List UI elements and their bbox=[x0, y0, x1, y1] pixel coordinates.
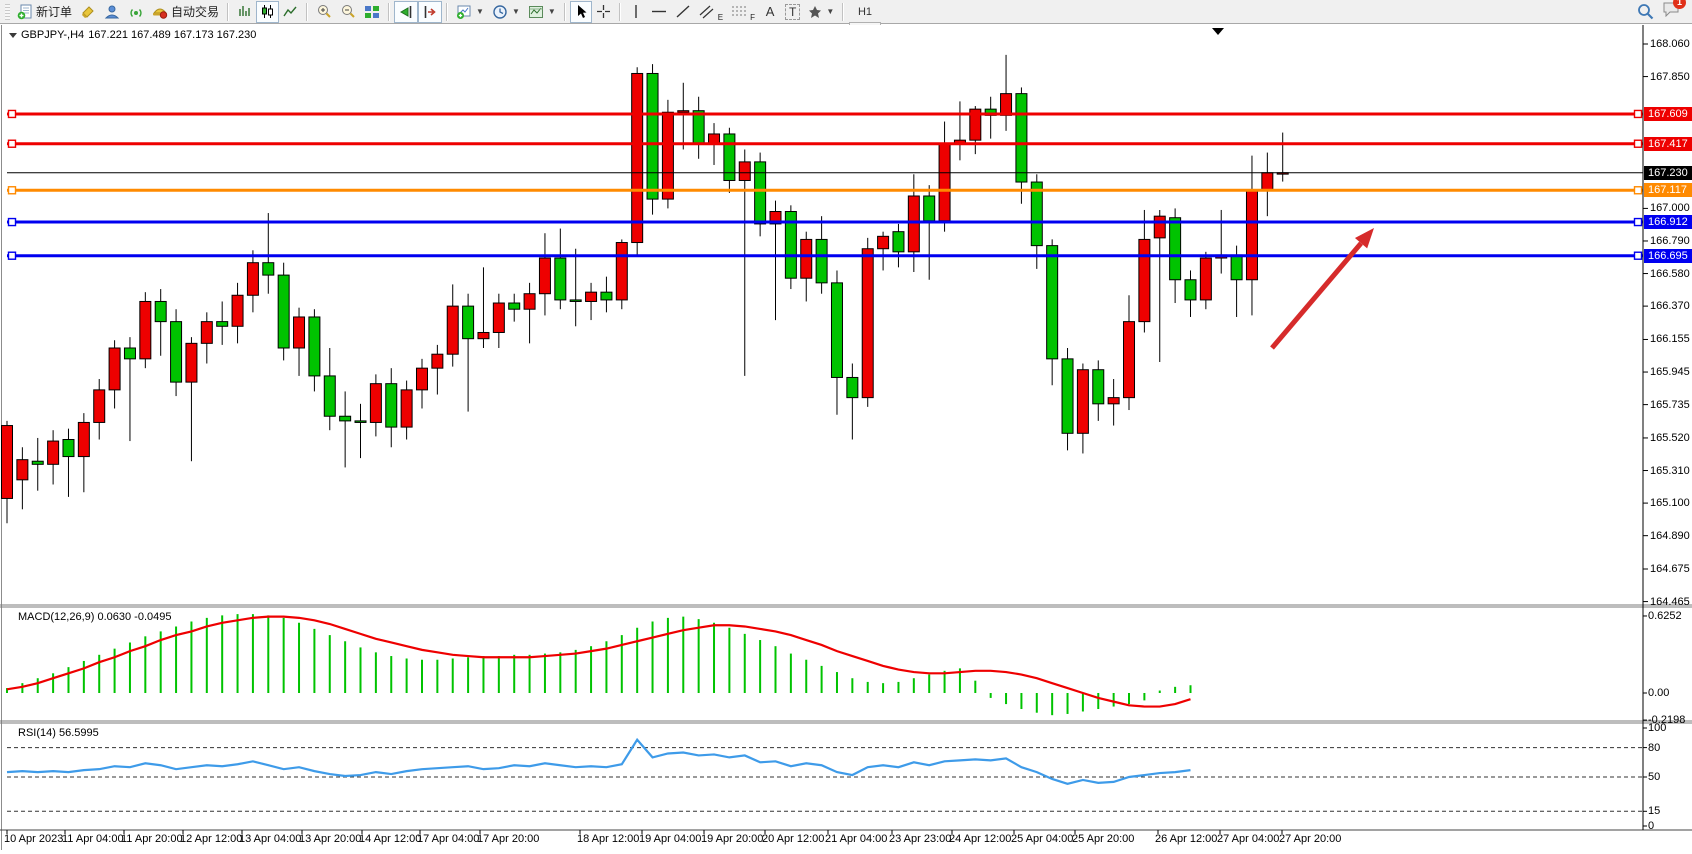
bar-chart-icon bbox=[237, 4, 252, 19]
bar-chart-button[interactable] bbox=[233, 1, 256, 23]
line-chart-button[interactable] bbox=[279, 1, 302, 23]
crosshair-icon bbox=[596, 4, 611, 19]
text-label-tool[interactable]: T bbox=[781, 1, 804, 23]
cursor-button[interactable] bbox=[570, 1, 592, 23]
toolbar: 新订单 自动交易 bbox=[0, 0, 1692, 24]
community-button[interactable] bbox=[100, 1, 124, 23]
tile-windows-button[interactable] bbox=[360, 1, 384, 23]
chart-canvas[interactable] bbox=[0, 25, 1692, 854]
caret-down-icon: ▼ bbox=[512, 7, 520, 16]
new-order-label: 新订单 bbox=[36, 3, 72, 20]
separator bbox=[564, 3, 566, 21]
fibonacci-glyph: F bbox=[750, 13, 755, 22]
clock-icon bbox=[492, 4, 508, 20]
chart-window[interactable]: GBPJPY-,H4 167.221 167.489 167.173 167.2… bbox=[0, 25, 1692, 854]
separator bbox=[842, 3, 844, 21]
separator bbox=[227, 3, 229, 21]
cursor-icon bbox=[574, 4, 588, 19]
new-chart-icon bbox=[456, 4, 472, 20]
timeframe-button-h1[interactable]: H1 bbox=[849, 2, 880, 22]
separator bbox=[446, 3, 448, 21]
arrows-dropdown[interactable]: ▼ bbox=[804, 1, 838, 23]
candlestick-chart-button[interactable] bbox=[256, 1, 279, 23]
search-icon[interactable] bbox=[1637, 3, 1654, 20]
crosshair-button[interactable] bbox=[592, 1, 615, 23]
tile-windows-icon bbox=[364, 4, 380, 20]
separator bbox=[306, 3, 308, 21]
signal-icon bbox=[128, 4, 144, 20]
text-tool[interactable]: A bbox=[759, 1, 781, 23]
zoom-out-icon bbox=[340, 4, 356, 20]
line-chart-icon bbox=[283, 4, 298, 19]
fibonacci-tool[interactable]: F bbox=[727, 1, 759, 23]
caret-down-icon: ▼ bbox=[476, 7, 484, 16]
horizontal-line-icon bbox=[651, 4, 667, 19]
auto-scroll-button[interactable] bbox=[394, 1, 418, 23]
period-dropdown[interactable]: ▼ bbox=[488, 1, 524, 23]
signals-button[interactable] bbox=[124, 1, 148, 23]
caret-down-icon: ▼ bbox=[548, 7, 556, 16]
paint-bucket-icon bbox=[80, 4, 96, 20]
toolbar-right: 1 bbox=[1637, 1, 1690, 22]
zoom-in-icon bbox=[316, 4, 332, 20]
separator bbox=[619, 3, 621, 21]
toolbar-grip[interactable] bbox=[5, 4, 10, 20]
zoom-out-button[interactable] bbox=[336, 1, 360, 23]
notifications-button[interactable]: 1 bbox=[1662, 1, 1680, 22]
equidistant-channel-tool[interactable]: E bbox=[695, 1, 727, 23]
notification-badge: 1 bbox=[1673, 0, 1686, 9]
trendline-icon bbox=[675, 4, 691, 19]
separator bbox=[388, 3, 390, 21]
fibonacci-icon bbox=[731, 4, 749, 19]
template-dropdown[interactable]: ▼ bbox=[524, 1, 560, 23]
auto-scroll-icon bbox=[398, 4, 414, 20]
text-tool-glyph: A bbox=[766, 4, 775, 19]
trendline-tool[interactable] bbox=[671, 1, 695, 23]
new-order-button[interactable]: 新订单 bbox=[13, 1, 76, 23]
candlestick-icon bbox=[260, 4, 275, 19]
shapes-icon bbox=[808, 5, 822, 19]
channel-glyph: E bbox=[718, 13, 723, 22]
caret-down-icon: ▼ bbox=[826, 7, 834, 16]
autotrading-label: 自动交易 bbox=[171, 3, 219, 20]
vertical-line-tool[interactable] bbox=[625, 1, 647, 23]
horizontal-line-tool[interactable] bbox=[647, 1, 671, 23]
person-icon bbox=[104, 4, 120, 20]
chart-shift-button[interactable] bbox=[418, 1, 442, 23]
new-chart-dropdown[interactable]: ▼ bbox=[452, 1, 488, 23]
template-icon bbox=[528, 4, 544, 20]
autotrading-icon bbox=[152, 4, 168, 20]
new-order-icon bbox=[17, 4, 33, 20]
label-tool-glyph: T bbox=[785, 4, 800, 20]
vertical-line-icon bbox=[630, 4, 642, 19]
autotrading-button[interactable]: 自动交易 bbox=[148, 1, 223, 23]
styler-button[interactable] bbox=[76, 1, 100, 23]
zoom-in-button[interactable] bbox=[312, 1, 336, 23]
channel-icon bbox=[699, 4, 717, 19]
mt4-window: 新订单 自动交易 bbox=[0, 0, 1692, 854]
chart-shift-icon bbox=[422, 4, 438, 20]
